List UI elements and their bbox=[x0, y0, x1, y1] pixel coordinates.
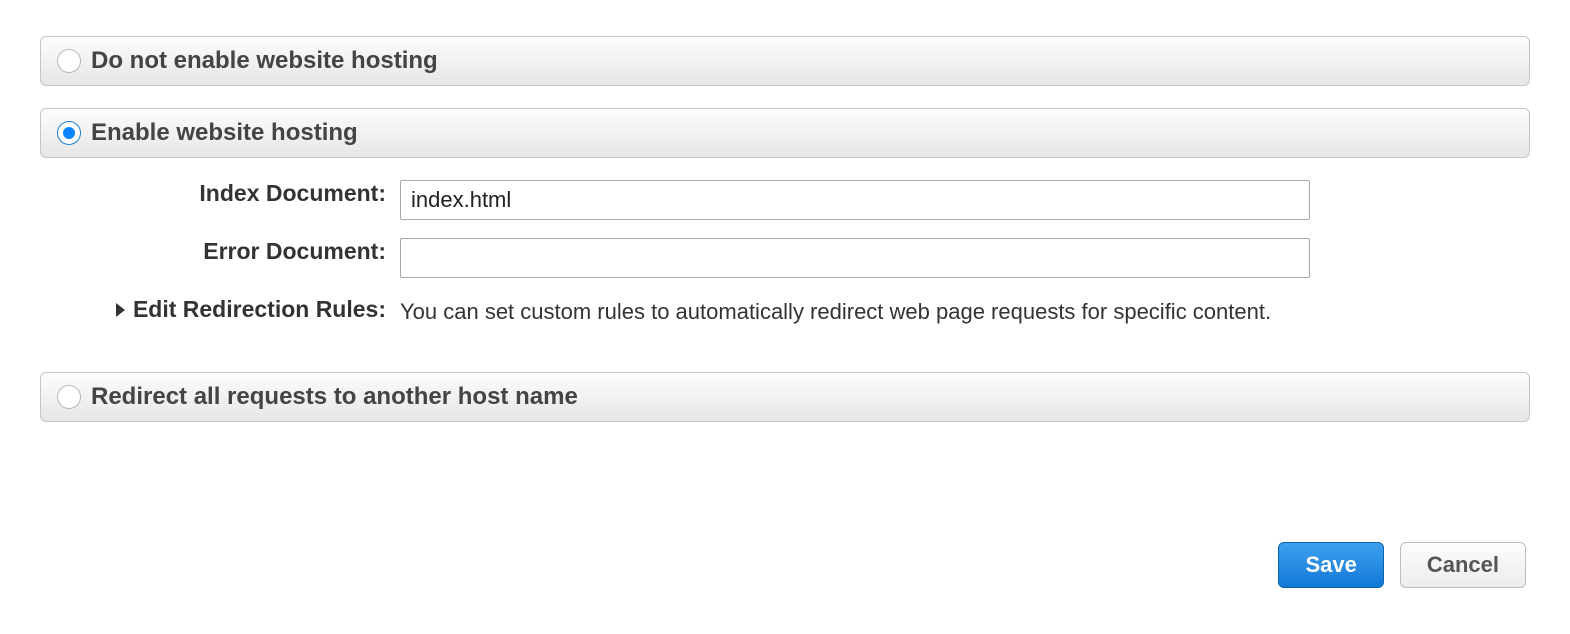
option-label: Redirect all requests to another host na… bbox=[91, 383, 578, 411]
footer-actions: Save Cancel bbox=[40, 542, 1530, 588]
label-index-document: Index Document: bbox=[199, 180, 386, 207]
option-label: Enable website hosting bbox=[91, 119, 358, 147]
radio-icon bbox=[57, 49, 81, 73]
hosting-settings-panel: Do not enable website hosting Enable web… bbox=[0, 0, 1570, 608]
radio-icon bbox=[57, 385, 81, 409]
disclosure-triangle-icon[interactable] bbox=[116, 303, 125, 317]
row-error-document: Error Document: bbox=[40, 238, 1530, 278]
option-do-not-enable[interactable]: Do not enable website hosting bbox=[40, 36, 1530, 86]
redirection-rules-helper: You can set custom rules to automaticall… bbox=[400, 296, 1280, 328]
radio-icon bbox=[57, 121, 81, 145]
label-error-document: Error Document: bbox=[203, 238, 386, 265]
save-button[interactable]: Save bbox=[1278, 542, 1383, 588]
enable-hosting-details: Index Document: Error Document: Edit Red… bbox=[40, 180, 1530, 372]
option-label: Do not enable website hosting bbox=[91, 47, 438, 75]
index-document-input[interactable] bbox=[400, 180, 1310, 220]
option-enable-hosting[interactable]: Enable website hosting bbox=[40, 108, 1530, 158]
label-redirection-rules[interactable]: Edit Redirection Rules: bbox=[133, 296, 386, 323]
row-redirection-rules: Edit Redirection Rules: You can set cust… bbox=[40, 296, 1530, 328]
cancel-button[interactable]: Cancel bbox=[1400, 542, 1526, 588]
row-index-document: Index Document: bbox=[40, 180, 1530, 220]
option-redirect-all[interactable]: Redirect all requests to another host na… bbox=[40, 372, 1530, 422]
error-document-input[interactable] bbox=[400, 238, 1310, 278]
